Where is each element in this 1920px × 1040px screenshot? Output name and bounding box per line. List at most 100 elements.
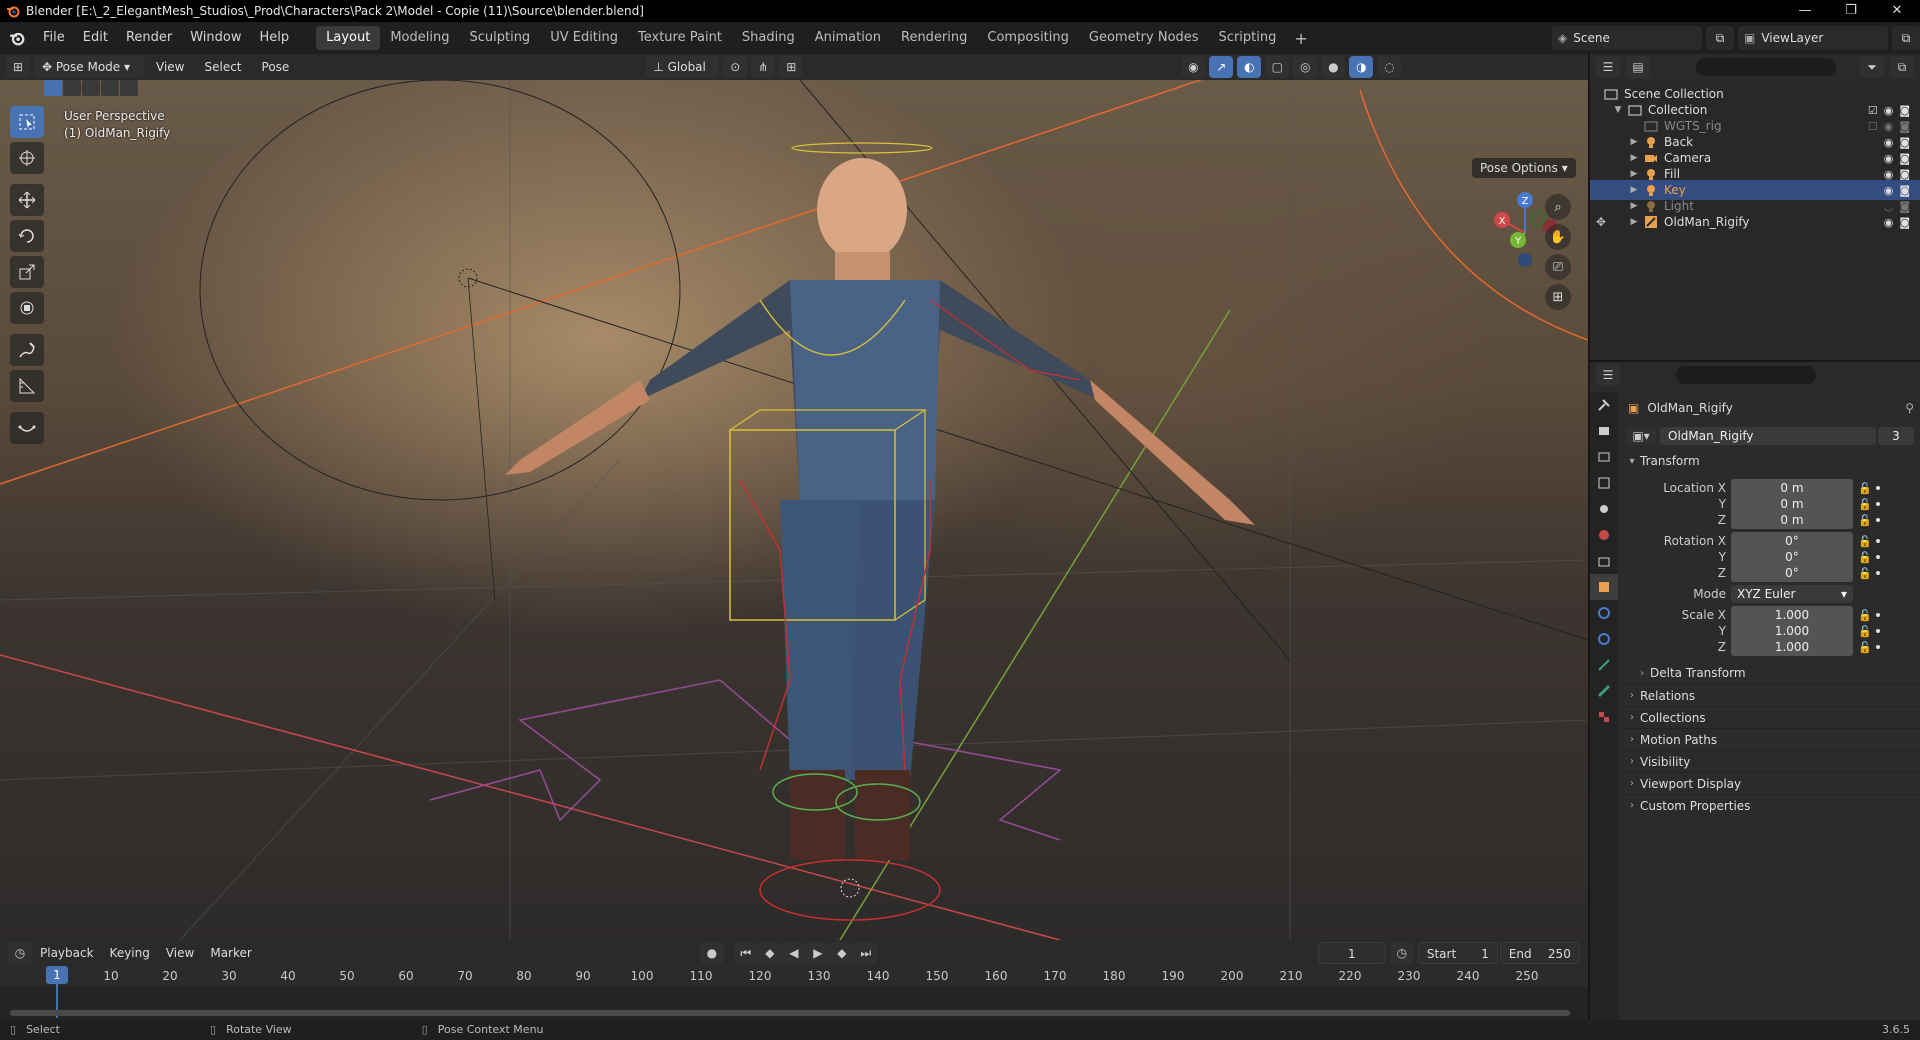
browse-object-icon[interactable]: ▣▾: [1626, 427, 1656, 445]
collections-panel[interactable]: › Collections: [1620, 706, 1920, 728]
view-layer-tab-icon[interactable]: [1590, 470, 1618, 496]
eye-icon[interactable]: ◉: [1884, 104, 1894, 117]
location-z-field[interactable]: 0 m: [1731, 511, 1853, 529]
jump-key-forward-icon[interactable]: ◆: [829, 942, 854, 964]
expand-arrow-icon[interactable]: ▶: [1628, 153, 1640, 163]
visibility-icon[interactable]: ◉: [1181, 56, 1206, 78]
object-name-input[interactable]: OldMan_Rigify: [1660, 427, 1876, 445]
select-invert-icon[interactable]: [101, 80, 119, 96]
close-button[interactable]: ✕: [1874, 0, 1920, 22]
outliner-search-input[interactable]: [1696, 58, 1836, 76]
playhead[interactable]: 1: [46, 966, 68, 984]
pin-icon[interactable]: ⚲: [1905, 401, 1914, 415]
eye-icon[interactable]: ◉: [1884, 184, 1894, 197]
start-frame-field[interactable]: Start 1: [1417, 942, 1498, 964]
menu-edit[interactable]: Edit: [74, 22, 117, 54]
camera-icon[interactable]: ◙: [1899, 184, 1910, 197]
new-collection-icon[interactable]: ⧉: [1890, 56, 1914, 78]
solid-shading-icon[interactable]: ●: [1321, 56, 1346, 78]
keyframe-dot-icon[interactable]: [1876, 502, 1880, 506]
material-shading-icon[interactable]: ◑: [1349, 56, 1374, 78]
maximize-button[interactable]: ❐: [1828, 0, 1874, 22]
select-box-tool-icon[interactable]: [10, 106, 44, 138]
menu-file[interactable]: File: [34, 22, 74, 54]
frame-ruler[interactable]: 10 20 30 40 50 60 70 80 90 100 110 120 1…: [0, 966, 1588, 986]
pan-hand-icon[interactable]: ✋: [1545, 224, 1571, 250]
wireframe-shading-icon[interactable]: ◎: [1293, 56, 1318, 78]
properties-editor-type-icon[interactable]: ☰: [1596, 364, 1620, 386]
camera-icon[interactable]: ◙: [1899, 120, 1910, 133]
rotate-tool-icon[interactable]: [10, 220, 44, 252]
expand-arrow-icon[interactable]: ▼: [1612, 105, 1624, 115]
select-extend-icon[interactable]: [63, 80, 81, 96]
pose-mode-toggle-icon[interactable]: ✥: [1596, 215, 1628, 229]
tab-geometry-nodes[interactable]: Geometry Nodes: [1079, 26, 1209, 50]
viewport-display-panel[interactable]: › Viewport Display: [1620, 772, 1920, 794]
camera-icon[interactable]: ◙: [1899, 200, 1910, 213]
jump-start-icon[interactable]: ⏮: [733, 942, 758, 964]
eye-icon[interactable]: ◉: [1884, 216, 1894, 229]
gizmo-icon[interactable]: ↗: [1209, 56, 1234, 78]
outliner-editor-type-icon[interactable]: ☰: [1596, 56, 1620, 78]
new-scene-button[interactable]: ⧉: [1706, 26, 1734, 50]
menu-keying[interactable]: Keying: [102, 940, 158, 966]
zoom-icon[interactable]: ⌕: [1545, 194, 1571, 220]
view-layer-selector[interactable]: ▣ ViewLayer: [1738, 26, 1888, 50]
select-intersect-icon[interactable]: [120, 80, 138, 96]
world-tab-icon[interactable]: [1590, 522, 1618, 548]
lock-icon[interactable]: 🔓: [1858, 567, 1872, 580]
blender-menu-icon[interactable]: [0, 22, 34, 54]
eye-closed-icon[interactable]: ◡: [1884, 200, 1894, 213]
scene-tab-icon[interactable]: [1590, 496, 1618, 522]
jump-key-back-icon[interactable]: ◆: [757, 942, 782, 964]
menu-pose[interactable]: Pose: [254, 54, 298, 80]
eye-icon[interactable]: ◉: [1884, 136, 1894, 149]
user-count-field[interactable]: 3: [1878, 427, 1914, 445]
menu-view[interactable]: View: [148, 54, 192, 80]
mode-dropdown[interactable]: ✥ Pose Mode ▾: [34, 56, 144, 78]
play-icon[interactable]: ▶: [805, 942, 830, 964]
render-tab-icon[interactable]: [1590, 418, 1618, 444]
tab-rendering[interactable]: Rendering: [891, 26, 977, 50]
new-view-layer-button[interactable]: ⧉: [1892, 26, 1920, 50]
collection-tab-icon[interactable]: [1590, 548, 1618, 574]
bone-pose-tool-icon[interactable]: [10, 412, 44, 444]
snap-target-icon[interactable]: ⊞: [779, 56, 804, 78]
armature-data-tab-icon[interactable]: [1590, 652, 1618, 678]
keyframe-dot-icon[interactable]: [1876, 555, 1880, 559]
camera-icon[interactable]: ◙: [1899, 104, 1910, 117]
eye-icon[interactable]: ◉: [1884, 152, 1894, 165]
current-frame-field[interactable]: 1: [1317, 942, 1386, 964]
transform-panel-header[interactable]: ▾ Transform: [1620, 450, 1920, 472]
modifier-tab-icon[interactable]: [1590, 600, 1618, 626]
lock-icon[interactable]: 🔓: [1858, 609, 1872, 622]
menu-marker[interactable]: Marker: [202, 940, 259, 966]
keyframe-dot-icon[interactable]: [1876, 571, 1880, 575]
tool-tab-icon[interactable]: [1590, 392, 1618, 418]
tab-animation[interactable]: Animation: [805, 26, 891, 50]
tab-compositing[interactable]: Compositing: [977, 26, 1079, 50]
tab-scripting[interactable]: Scripting: [1209, 26, 1287, 50]
auto-key-icon[interactable]: ●: [699, 942, 724, 964]
relations-panel[interactable]: › Relations: [1620, 684, 1920, 706]
menu-select[interactable]: Select: [196, 54, 249, 80]
display-mode-icon[interactable]: ▤: [1626, 56, 1650, 78]
tab-sculpting[interactable]: Sculpting: [459, 26, 540, 50]
tab-shading[interactable]: Shading: [732, 26, 805, 50]
lock-icon[interactable]: 🔓: [1858, 498, 1872, 511]
timeline-editor-type-icon[interactable]: ◷: [8, 942, 32, 964]
lock-icon[interactable]: 🔓: [1858, 625, 1872, 638]
keyframe-dot-icon[interactable]: [1876, 539, 1880, 543]
preview-range-icon[interactable]: ◷: [1389, 942, 1414, 964]
visibility-panel[interactable]: › Visibility: [1620, 750, 1920, 772]
motion-paths-panel[interactable]: › Motion Paths: [1620, 728, 1920, 750]
expand-arrow-icon[interactable]: ▶: [1628, 217, 1640, 227]
tab-modeling[interactable]: Modeling: [380, 26, 459, 50]
annotate-tool-icon[interactable]: [10, 334, 44, 366]
menu-playback[interactable]: Playback: [32, 940, 102, 966]
menu-help[interactable]: Help: [251, 22, 299, 54]
expand-arrow-icon[interactable]: ▶: [1628, 169, 1640, 179]
select-subtract-icon[interactable]: [82, 80, 100, 96]
play-reverse-icon[interactable]: ◀: [781, 942, 806, 964]
output-tab-icon[interactable]: [1590, 444, 1618, 470]
